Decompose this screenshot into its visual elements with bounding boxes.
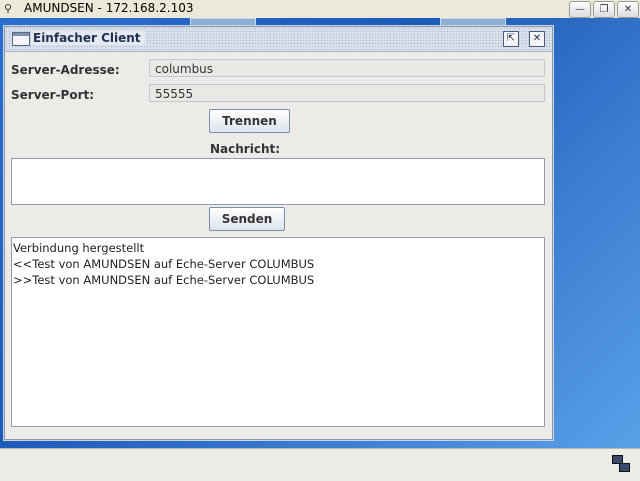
remote-window-titlebar: ⚲ AMUNDSEN - 172.168.2.103 — ❐ ✕ xyxy=(0,0,640,19)
server-port-field[interactable]: 55555 xyxy=(149,84,545,102)
log-line: Verbindung hergestellt xyxy=(13,241,145,255)
minimize-button[interactable]: — xyxy=(569,1,591,18)
message-log[interactable]: Verbindung hergestellt <<Test von AMUNDS… xyxy=(11,237,545,427)
log-line: >>Test von AMUNDSEN auf Eche-Server COLU… xyxy=(13,273,315,287)
message-label: Nachricht: xyxy=(210,142,281,156)
remote-window-title: AMUNDSEN - 172.168.2.103 xyxy=(24,1,194,15)
client-titlebar[interactable]: Einfacher Client ⇱ ✕ xyxy=(5,27,552,52)
server-port-label: Server-Port: xyxy=(11,88,95,102)
client-window: Einfacher Client ⇱ ✕ Server-Adresse: col… xyxy=(4,26,553,440)
disconnect-button[interactable]: Trennen xyxy=(209,109,290,133)
maximize-icon[interactable]: ⇱ xyxy=(503,31,519,47)
status-bar xyxy=(0,448,640,481)
server-address-label: Server-Adresse: xyxy=(11,63,120,77)
close-icon[interactable]: ✕ xyxy=(529,31,545,47)
server-address-field[interactable]: columbus xyxy=(149,59,545,77)
log-line: <<Test von AMUNDSEN auf Eche-Server COLU… xyxy=(13,257,315,271)
send-button[interactable]: Senden xyxy=(209,207,285,231)
remote-window-controls: — ❐ ✕ xyxy=(568,0,640,18)
window-icon xyxy=(12,32,30,46)
message-input[interactable] xyxy=(11,158,545,205)
restore-button[interactable]: ❐ xyxy=(593,1,615,18)
close-button[interactable]: ✕ xyxy=(617,1,639,18)
client-title: Einfacher Client xyxy=(31,31,145,45)
remote-desktop-icon: ⚲ xyxy=(4,2,13,15)
tray-icon[interactable] xyxy=(612,455,630,473)
